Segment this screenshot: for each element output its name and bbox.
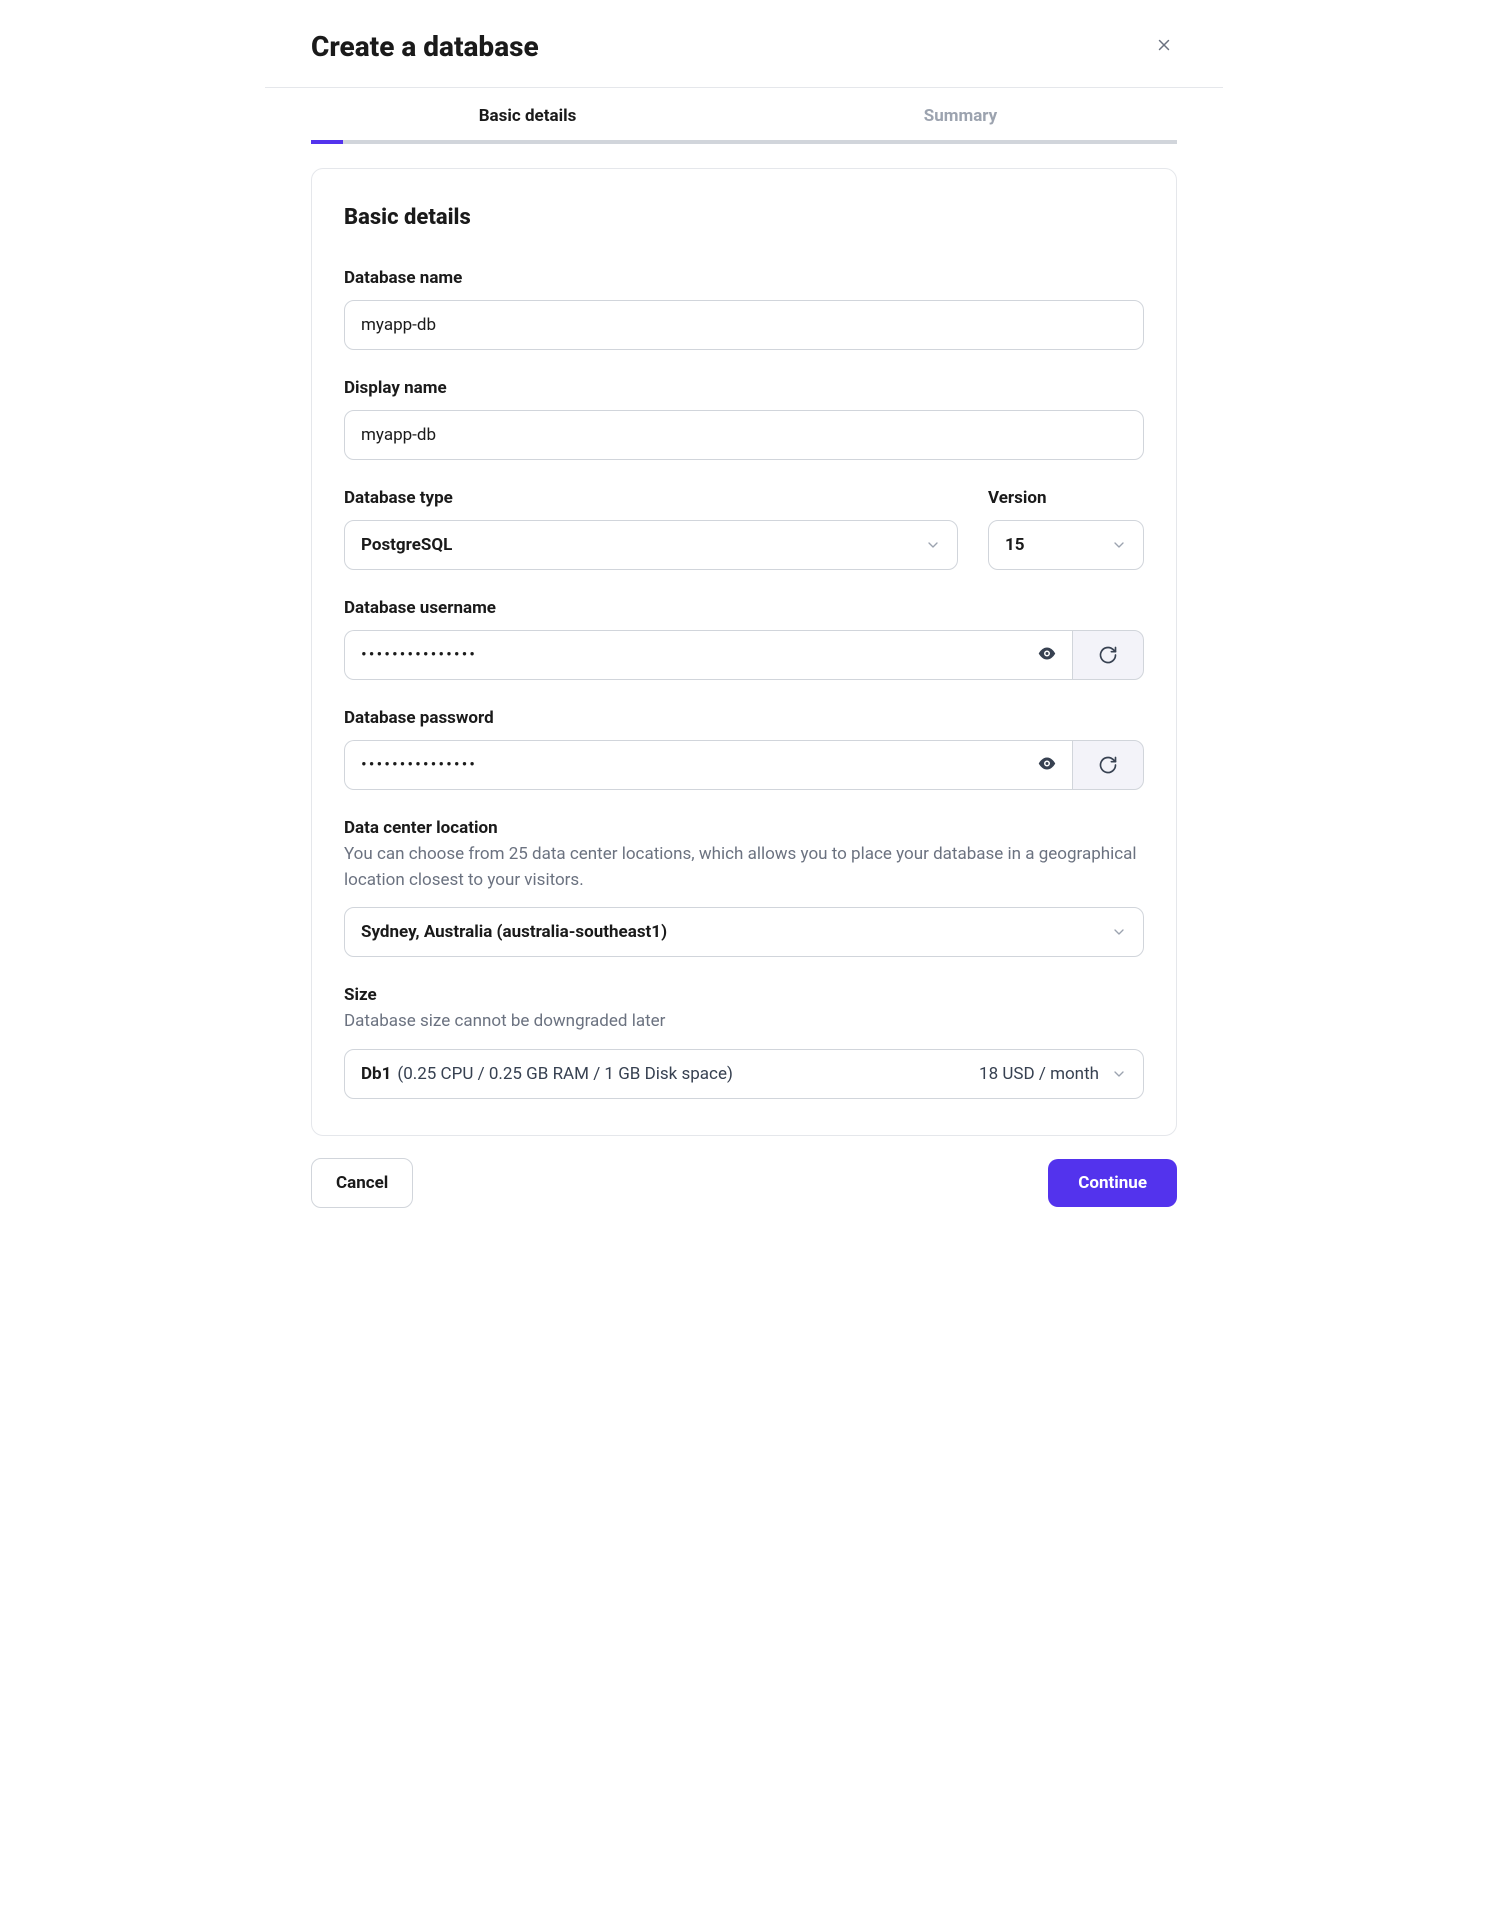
password-regenerate-button[interactable] [1072, 740, 1144, 790]
field-data-center-location: Data center location You can choose from… [344, 818, 1144, 957]
size-label: Size [344, 985, 1144, 1005]
username-regenerate-button[interactable] [1072, 630, 1144, 680]
database-username-input[interactable] [344, 630, 1072, 680]
display-name-label: Display name [344, 378, 1144, 398]
chevron-down-icon [1111, 924, 1127, 940]
section-title: Basic details [344, 205, 1144, 230]
chevron-down-icon [1111, 537, 1127, 553]
version-select[interactable]: 15 [988, 520, 1144, 570]
database-name-input[interactable] [344, 300, 1144, 350]
field-version: Version 15 [988, 488, 1144, 570]
password-input-group [344, 740, 1144, 790]
field-database-name: Database name [344, 268, 1144, 350]
cancel-button[interactable]: Cancel [311, 1158, 413, 1208]
progress-fill [311, 140, 343, 144]
size-price: 18 USD / month [979, 1064, 1099, 1084]
database-type-value: PostgreSQL [361, 535, 452, 555]
username-reveal-button[interactable] [1034, 644, 1060, 667]
chevron-down-icon [1111, 1066, 1127, 1082]
tabs: Basic details Summary [265, 88, 1223, 140]
modal-header: Create a database [265, 0, 1223, 88]
field-database-type: Database type PostgreSQL [344, 488, 958, 570]
location-select[interactable]: Sydney, Australia (australia-southeast1) [344, 907, 1144, 957]
refresh-icon [1098, 645, 1118, 665]
basic-details-card: Basic details Database name Display name… [311, 168, 1177, 1136]
database-password-input[interactable] [344, 740, 1072, 790]
field-size: Size Database size cannot be downgraded … [344, 985, 1144, 1099]
tab-basic-details[interactable]: Basic details [311, 88, 744, 140]
progress-track [311, 140, 1177, 144]
size-name: Db1 [361, 1064, 391, 1084]
refresh-icon [1098, 755, 1118, 775]
location-help: You can choose from 25 data center locat… [344, 842, 1144, 893]
field-database-username: Database username [344, 598, 1144, 680]
create-database-modal: Create a database Basic details Summary … [265, 0, 1223, 1234]
size-price-wrap: 18 USD / month [979, 1064, 1127, 1084]
eye-icon [1038, 758, 1056, 770]
size-help: Database size cannot be downgraded later [344, 1009, 1144, 1035]
database-type-select[interactable]: PostgreSQL [344, 520, 958, 570]
database-password-label: Database password [344, 708, 1144, 728]
password-reveal-button[interactable] [1034, 754, 1060, 777]
database-username-label: Database username [344, 598, 1144, 618]
field-database-password: Database password [344, 708, 1144, 790]
display-name-input[interactable] [344, 410, 1144, 460]
tab-summary[interactable]: Summary [744, 88, 1177, 140]
continue-button[interactable]: Continue [1048, 1159, 1177, 1207]
modal-footer: Cancel Continue [265, 1136, 1223, 1234]
username-input-group [344, 630, 1144, 680]
modal-title: Create a database [311, 30, 539, 63]
size-spec: (0.25 CPU / 0.25 GB RAM / 1 GB Disk spac… [397, 1064, 733, 1084]
field-display-name: Display name [344, 378, 1144, 460]
version-value: 15 [1005, 535, 1025, 555]
database-name-label: Database name [344, 268, 1144, 288]
close-icon [1155, 36, 1173, 54]
location-value: Sydney, Australia (australia-southeast1) [361, 922, 667, 942]
row-type-version: Database type PostgreSQL Version 15 [344, 488, 1144, 570]
close-button[interactable] [1151, 32, 1177, 61]
database-type-label: Database type [344, 488, 958, 508]
location-label: Data center location [344, 818, 1144, 838]
size-select[interactable]: Db1 (0.25 CPU / 0.25 GB RAM / 1 GB Disk … [344, 1049, 1144, 1099]
size-option-text: Db1 (0.25 CPU / 0.25 GB RAM / 1 GB Disk … [361, 1064, 733, 1084]
chevron-down-icon [925, 537, 941, 553]
version-label: Version [988, 488, 1144, 508]
eye-icon [1038, 648, 1056, 660]
